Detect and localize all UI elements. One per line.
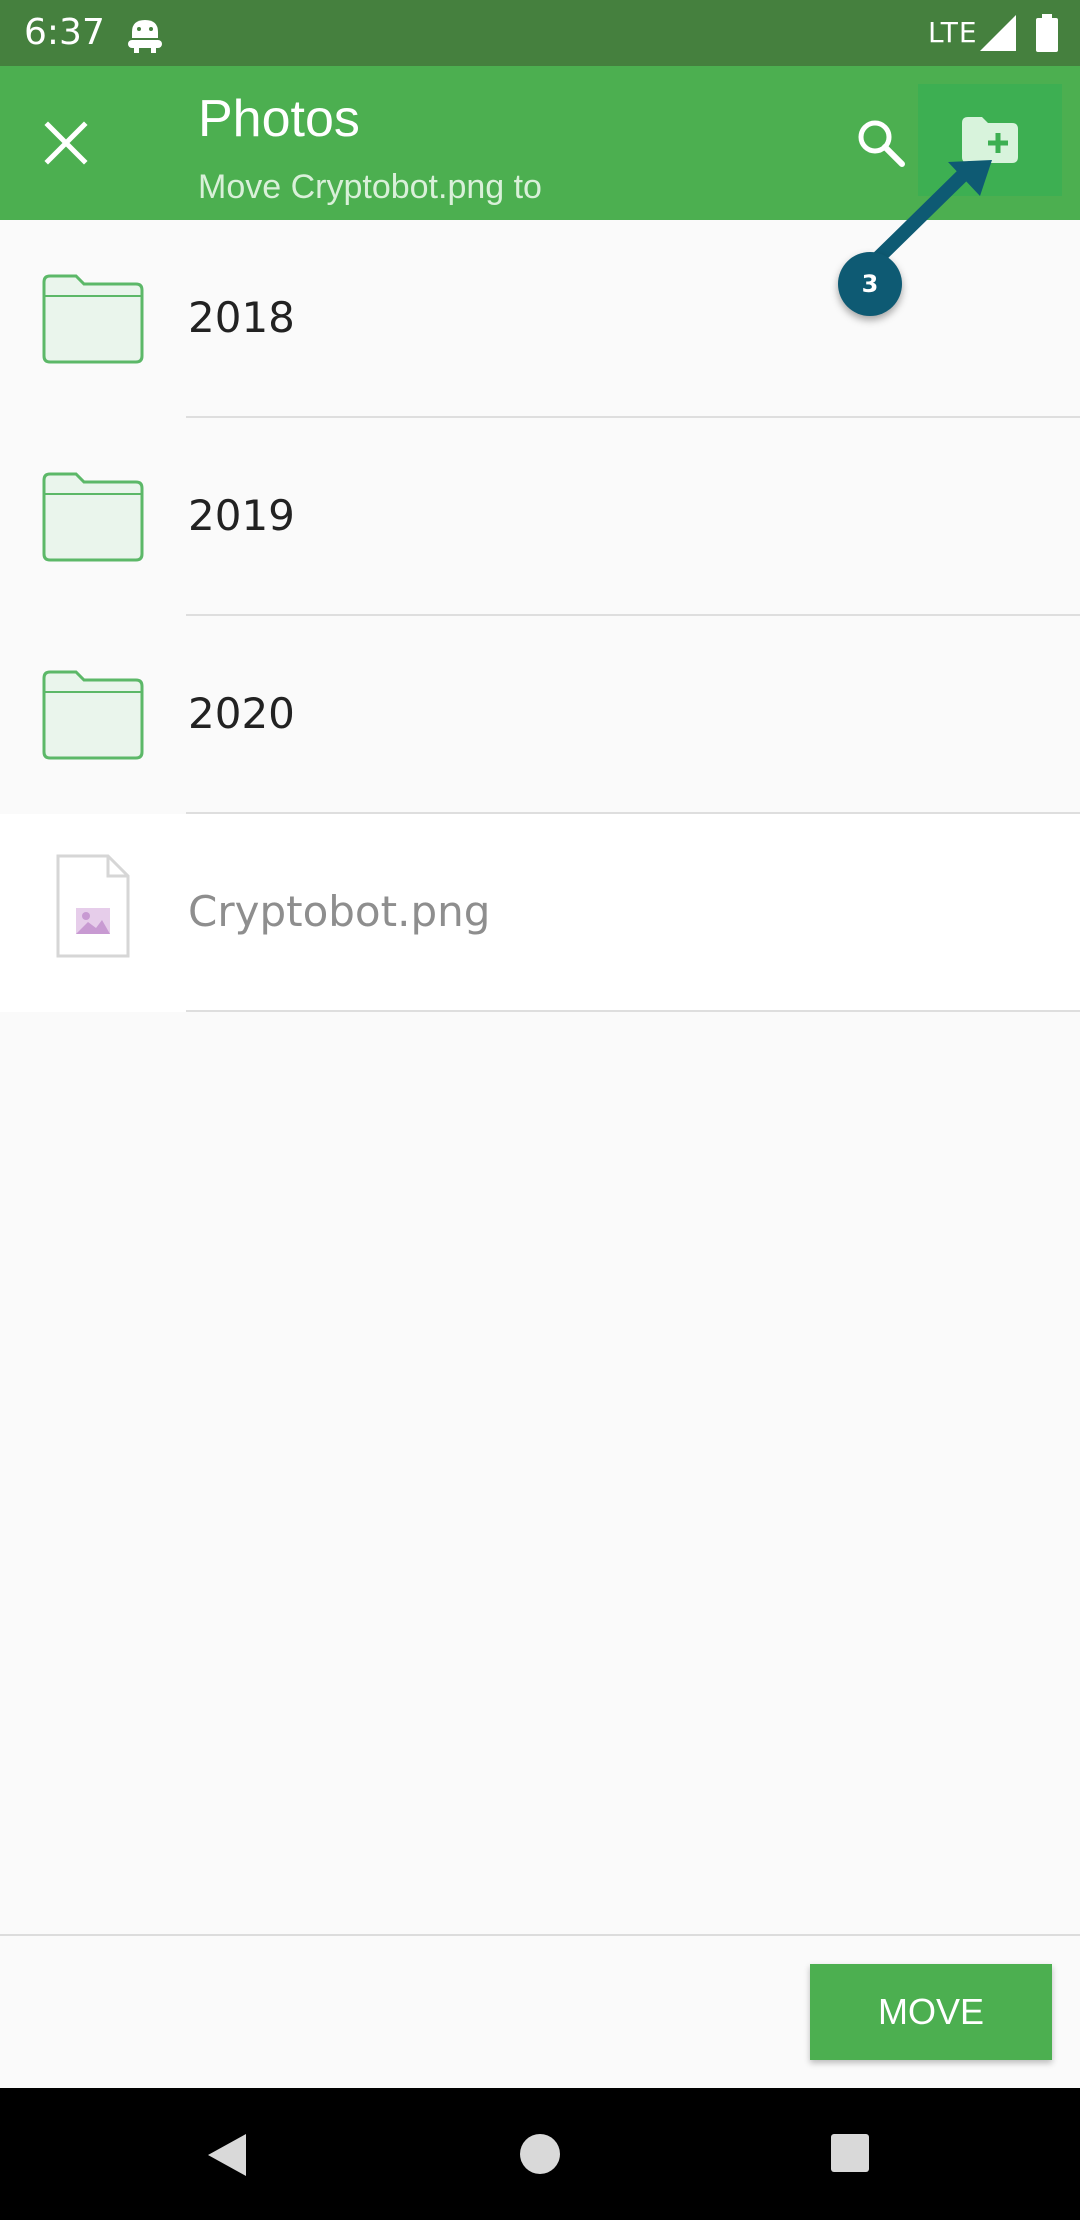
page-subtitle: Move Cryptobot.png to bbox=[198, 168, 542, 206]
list-item-folder-2019[interactable]: 2019 bbox=[0, 418, 1080, 616]
callout-badge: 3 bbox=[838, 252, 902, 316]
new-folder-button[interactable] bbox=[918, 84, 1062, 196]
close-button[interactable] bbox=[38, 115, 94, 171]
signal-icon bbox=[980, 15, 1016, 51]
recents-icon[interactable] bbox=[830, 2133, 870, 2173]
list-item-folder-2020[interactable]: 2020 bbox=[0, 616, 1080, 814]
bottom-action-bar: MOVE bbox=[0, 1934, 1080, 2090]
battery-icon bbox=[1036, 14, 1058, 52]
list-item-label: 2019 bbox=[188, 491, 295, 540]
image-file-icon bbox=[56, 854, 130, 958]
network-type: LTE bbox=[928, 16, 978, 49]
list-item-folder-2018[interactable]: 2018 bbox=[0, 220, 1080, 418]
move-button[interactable]: MOVE bbox=[810, 1964, 1052, 2060]
android-app-icon bbox=[128, 20, 162, 53]
folder-list: 2018 2019 2020 Cryptobot.png bbox=[0, 220, 1080, 1012]
new-folder-icon bbox=[962, 117, 1018, 163]
back-icon[interactable] bbox=[204, 2132, 250, 2178]
folder-icon bbox=[42, 670, 144, 760]
list-item-file-cryptobot: Cryptobot.png bbox=[0, 814, 1080, 1012]
navigation-bar bbox=[0, 2088, 1080, 2220]
search-icon bbox=[858, 120, 905, 167]
app-bar: Photos Move Cryptobot.png to bbox=[0, 66, 1080, 220]
close-icon bbox=[44, 121, 88, 165]
list-item-label: Cryptobot.png bbox=[188, 887, 491, 936]
folder-icon bbox=[42, 274, 144, 364]
search-button[interactable] bbox=[850, 112, 912, 174]
list-item-label: 2018 bbox=[188, 293, 295, 342]
divider bbox=[186, 1010, 1080, 1012]
status-time: 6:37 bbox=[24, 12, 105, 53]
home-icon[interactable] bbox=[518, 2132, 562, 2176]
folder-icon bbox=[42, 472, 144, 562]
status-bar: 6:37 LTE bbox=[0, 0, 1080, 66]
page-title: Photos bbox=[198, 90, 360, 148]
list-item-label: 2020 bbox=[188, 689, 295, 738]
